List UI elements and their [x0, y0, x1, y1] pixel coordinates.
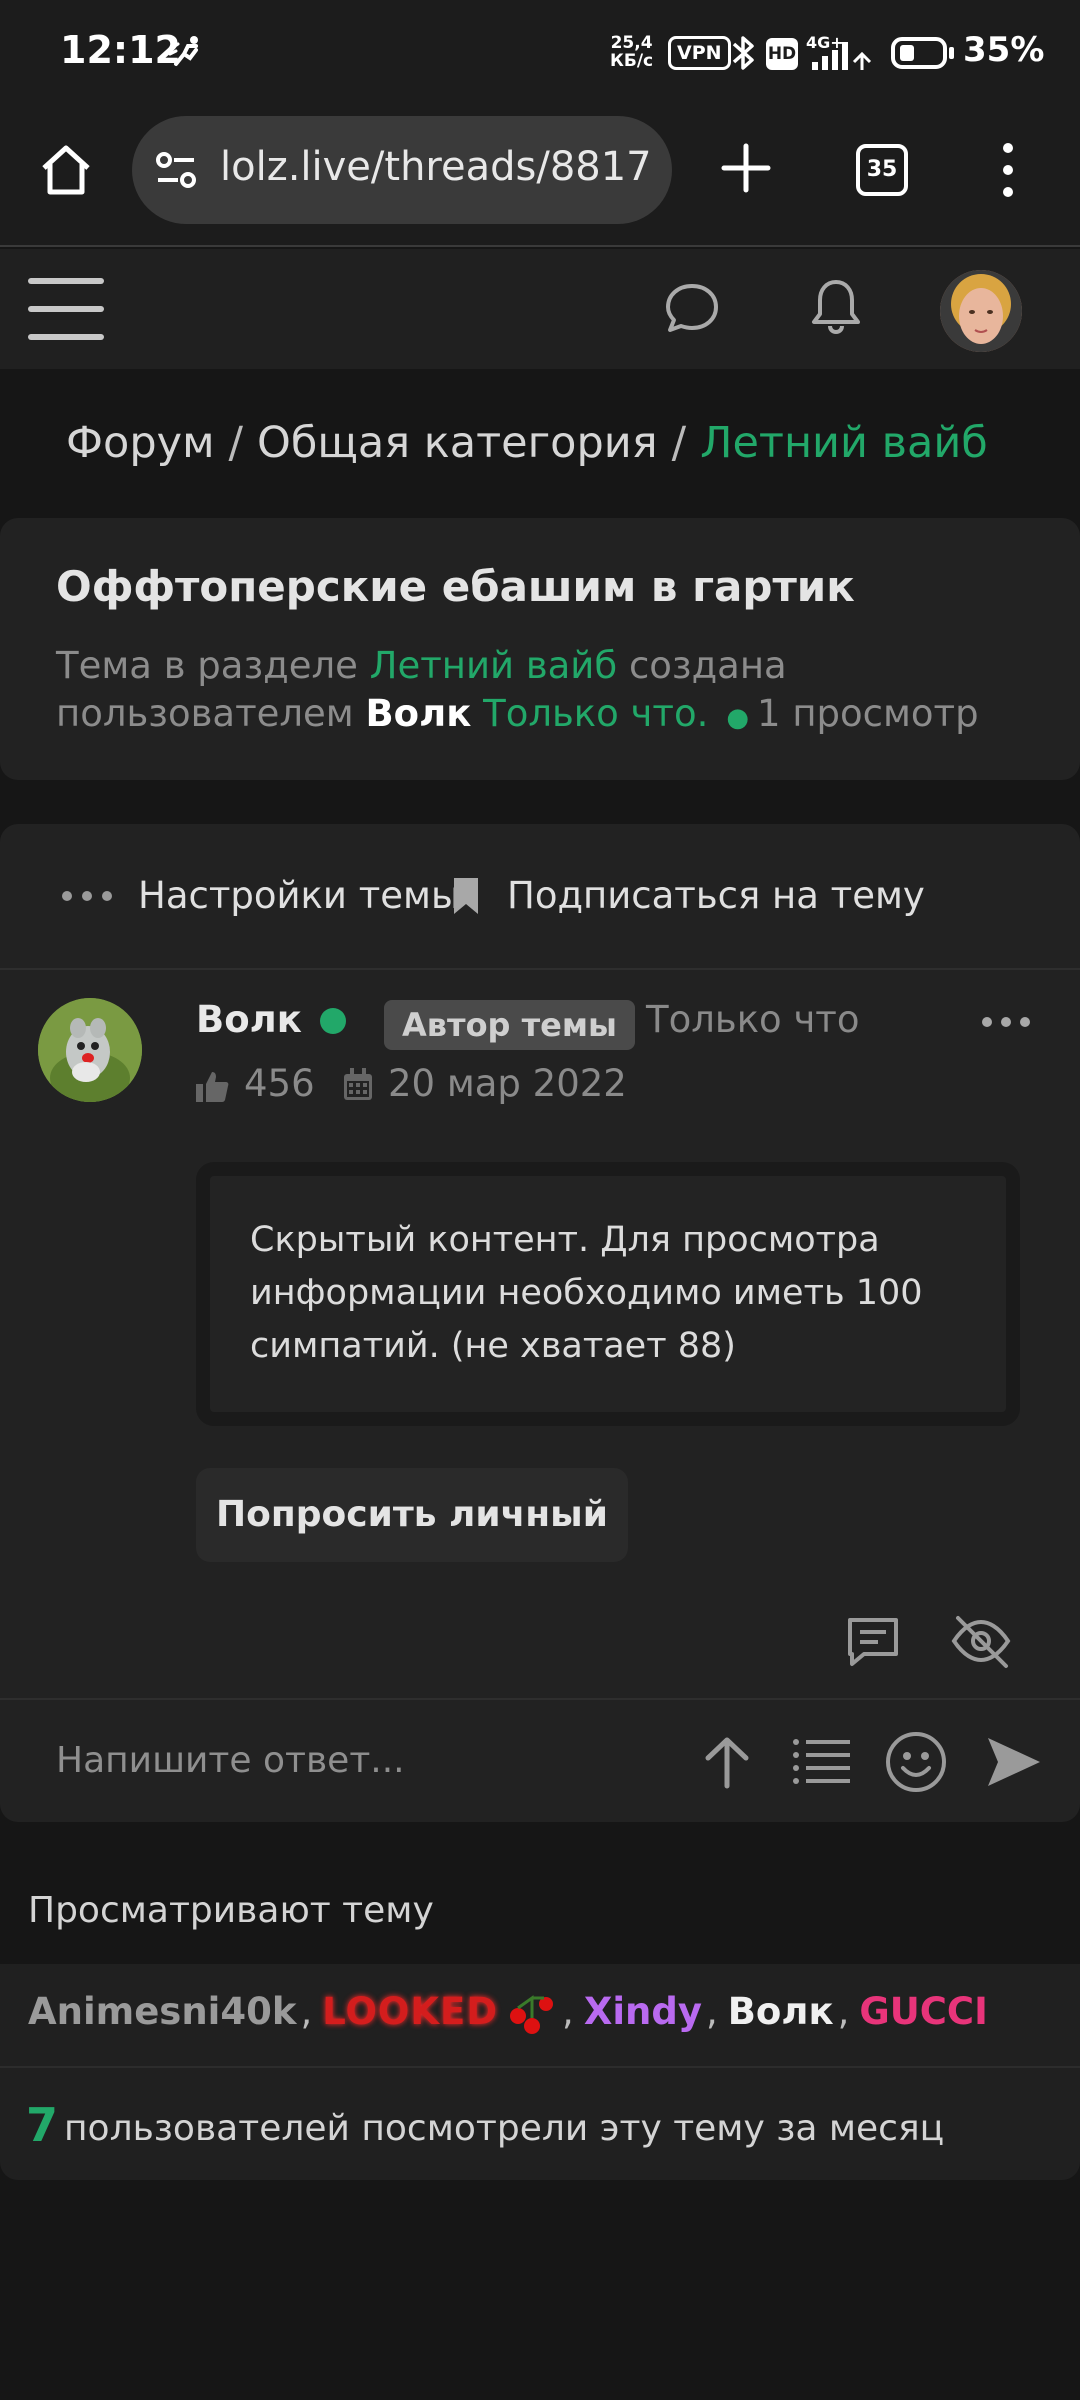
hamburger-icon[interactable]: [26, 274, 106, 344]
bell-icon[interactable]: [808, 276, 864, 336]
calendar-icon: [344, 1068, 372, 1100]
avatar[interactable]: [940, 270, 1022, 352]
breadcrumb: Форум / Общая категория / Летний вайб: [66, 418, 988, 468]
meta-author-link[interactable]: Волк: [365, 692, 471, 735]
clock: 12:12: [60, 28, 181, 72]
viewer-separator: ,: [562, 1990, 574, 2033]
post-more-icon[interactable]: [980, 1012, 1032, 1032]
site-header: [0, 249, 1080, 369]
hd-badge: HD: [766, 38, 798, 70]
viewers-list: Animesni40k, LOOKED , Xindy, Волк, GUCCI: [28, 1990, 988, 2036]
hidden-content-text: Скрытый контент. Для просмотра информаци…: [250, 1220, 923, 1366]
viewer-user[interactable]: Xindy: [584, 1990, 702, 2033]
online-indicator: [320, 1008, 346, 1034]
author-badge: Автор темы: [384, 1000, 635, 1050]
meta-created-time: Только что.: [483, 692, 709, 735]
breadcrumb-forum[interactable]: Форум: [66, 418, 215, 468]
page-title: Оффтоперские ебашим в гартик: [56, 562, 855, 611]
viewer-separator: ,: [837, 1990, 850, 2033]
home-icon[interactable]: [36, 140, 96, 200]
emoji-icon[interactable]: [884, 1730, 948, 1794]
battery-icon: [891, 37, 954, 69]
viewer-user[interactable]: Animesni40k: [28, 1990, 296, 2033]
bookmark-icon[interactable]: [452, 876, 480, 916]
meta-prefix: Тема в разделе: [56, 644, 358, 687]
running-icon: [168, 36, 198, 66]
bluetooth-icon: [732, 36, 754, 70]
viewer-user[interactable]: LOOKED: [322, 1990, 498, 2033]
meta-views: 1 просмотр: [757, 692, 979, 735]
cherry-icon: [510, 1994, 554, 2034]
viewer-user[interactable]: GUCCI: [859, 1990, 988, 2033]
more-dots-icon[interactable]: [60, 886, 114, 906]
signal-icon: 4G+: [806, 33, 872, 70]
breadcrumb-category[interactable]: Общая категория: [257, 418, 658, 468]
kebab-menu-icon[interactable]: [998, 140, 1018, 200]
viewer-user[interactable]: Волк: [728, 1990, 834, 2033]
thread-meta: Тема в разделе Летний вайб создана польз…: [56, 642, 1036, 742]
post-time[interactable]: Только что: [646, 998, 860, 1041]
site-settings-icon[interactable]: [154, 150, 198, 190]
monthly-view-count: 7: [26, 2098, 59, 2152]
url-text[interactable]: lolz.live/threads/88175: [220, 144, 652, 190]
comment-icon[interactable]: [844, 1612, 902, 1670]
meta-section-link[interactable]: Летний вайб: [370, 644, 618, 687]
request-private-button[interactable]: Попросить личный: [196, 1468, 628, 1562]
breadcrumb-separator: /: [671, 418, 687, 468]
bullet-dot: ●: [726, 703, 750, 733]
arrow-up-icon[interactable]: [702, 1734, 752, 1790]
thumbs-up-icon: [196, 1072, 229, 1102]
reply-input[interactable]: Напишите ответ...: [56, 1740, 405, 1781]
viewer-separator: ,: [705, 1990, 718, 2033]
thread-settings-button[interactable]: Настройки темы: [138, 874, 460, 917]
post-username[interactable]: Волк: [196, 998, 302, 1041]
net-speed: 25,4 КБ/с: [610, 33, 654, 71]
battery-percent: 35%: [963, 30, 1045, 70]
breadcrumb-section[interactable]: Летний вайб: [700, 418, 988, 468]
chat-icon[interactable]: [664, 280, 720, 336]
viewers-heading: Просматривают тему: [28, 1890, 434, 1931]
list-icon[interactable]: [792, 1736, 852, 1786]
send-icon[interactable]: [984, 1732, 1044, 1792]
eye-off-icon[interactable]: [950, 1612, 1012, 1670]
plus-icon[interactable]: [716, 138, 776, 198]
monthly-view-text: пользователей посмотрели эту тему за мес…: [64, 2108, 945, 2149]
post-author-avatar[interactable]: [38, 998, 142, 1102]
breadcrumb-separator: /: [228, 418, 244, 468]
vpn-badge: VPN: [668, 36, 731, 70]
viewer-separator: ,: [300, 1990, 313, 2033]
like-count: 456: [244, 1062, 315, 1105]
subscribe-button[interactable]: Подписаться на тему: [507, 874, 925, 917]
svg-text:4G+: 4G+: [806, 33, 844, 52]
tabs-icon[interactable]: 35: [856, 144, 908, 196]
registration-date: 20 мар 2022: [388, 1062, 627, 1105]
